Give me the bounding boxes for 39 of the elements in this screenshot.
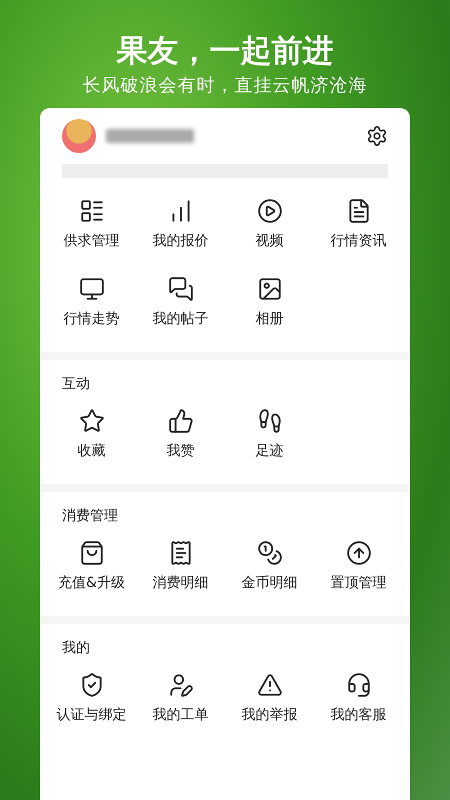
menu-item[interactable]: 我的报价 — [136, 192, 225, 256]
section-title: 我的 — [61, 639, 91, 658]
thumbs-up-icon — [168, 408, 194, 434]
menu-item[interactable]: 我的工单 — [136, 666, 225, 730]
coin-icon — [256, 540, 282, 566]
section-title: 消费管理 — [61, 507, 119, 526]
headset-icon — [346, 672, 372, 698]
menu-item[interactable]: 我赞 — [136, 402, 225, 466]
banner-title: 果友，一起前进 — [116, 32, 334, 70]
menu-item[interactable]: 消费明细 — [136, 534, 225, 598]
menu-item[interactable]: 视频 — [225, 192, 314, 256]
settings-icon[interactable] — [366, 125, 388, 147]
menu-item[interactable]: 充值&升级 — [47, 534, 136, 598]
menu-item[interactable]: 我的客服 — [314, 666, 403, 730]
menu-item[interactable]: 收藏 — [47, 402, 136, 466]
menu-item[interactable]: 我的帖子 — [136, 270, 225, 334]
play-icon — [256, 198, 282, 224]
list-icon — [78, 198, 104, 224]
image-icon — [256, 276, 282, 302]
footprints-icon — [256, 408, 282, 434]
user-edit-icon — [168, 672, 194, 698]
menu-item[interactable]: 金币明细 — [225, 534, 314, 598]
warning-icon — [256, 672, 282, 698]
star-icon — [78, 408, 104, 434]
avatar[interactable] — [62, 119, 96, 153]
menu-item[interactable]: 认证与绑定 — [47, 666, 136, 730]
bag-icon — [78, 540, 104, 566]
menu-item[interactable]: 置顶管理 — [314, 534, 403, 598]
menu-item[interactable]: 供求管理 — [47, 192, 136, 256]
menu-item[interactable]: 相册 — [225, 270, 314, 334]
menu-item[interactable]: 行情走势 — [47, 270, 136, 334]
banner-subtitle: 长风破浪会有时，直挂云帆济沧海 — [82, 74, 368, 98]
section-title: 互动 — [61, 375, 91, 394]
menu-item[interactable]: 足迹 — [225, 402, 314, 466]
menu-item[interactable]: 行情资讯 — [314, 192, 403, 256]
arrow-up-icon — [346, 540, 372, 566]
monitor-icon — [78, 276, 104, 302]
menu-item[interactable]: 我的举报 — [225, 666, 314, 730]
chat-icon — [168, 276, 194, 302]
